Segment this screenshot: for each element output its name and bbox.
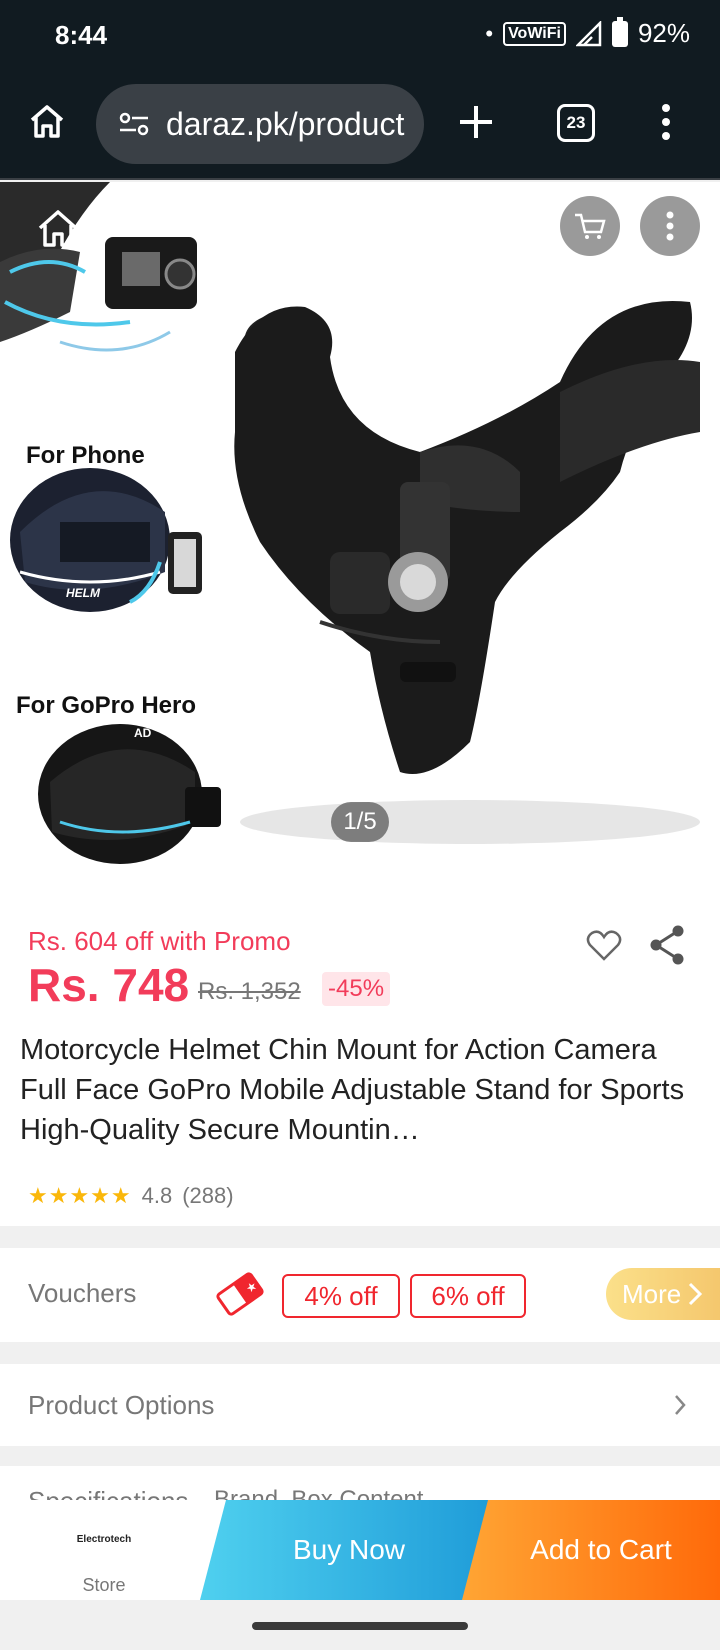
home-gesture-handle[interactable] — [252, 1622, 468, 1630]
buy-now-button[interactable]: Buy Now — [200, 1500, 498, 1600]
image-pager: 1/5 — [331, 802, 389, 842]
url-bar[interactable]: daraz.pk/product — [96, 84, 424, 164]
tab-switcher-button[interactable]: 23 — [557, 104, 595, 142]
add-to-cart-button[interactable]: Add to Cart — [462, 1500, 720, 1600]
vouchers-label: Vouchers — [28, 1278, 137, 1308]
product-title: Motorcycle Helmet Chin Mount for Action … — [20, 1034, 685, 1146]
store-logo: Electrotech — [76, 1534, 132, 1545]
product-options-row[interactable]: Product Options — [0, 1364, 720, 1446]
current-price: Rs. 748 — [28, 959, 190, 1011]
original-price: Rs. 1,352 — [198, 978, 301, 1005]
kebab-icon — [666, 211, 674, 241]
signal-icon — [575, 20, 602, 46]
discount-badge: -45% — [322, 972, 391, 1006]
store-label: Store — [82, 1575, 126, 1595]
cart-button[interactable] — [560, 196, 620, 256]
label-for-phone: For Phone — [26, 442, 145, 469]
promo-text[interactable]: Rs. 604 off with Promo — [28, 926, 291, 957]
product-image-gallery[interactable]: For Phone For GoPro Hero HELM AD 1/5 — [0, 182, 720, 900]
battery-icon — [611, 16, 628, 47]
price-section: Rs. 604 off with Promo Rs. 748 Rs. 1,352… — [0, 900, 720, 1226]
chevron-right-icon — [675, 1395, 686, 1415]
vowifi-icon: VoWiFi — [503, 21, 566, 46]
more-options-button[interactable] — [640, 196, 700, 256]
helmet-brand-text-2: AD — [134, 726, 152, 740]
gesture-nav-bar — [0, 1600, 720, 1650]
browser-toolbar: daraz.pk/product 23 — [0, 72, 720, 180]
new-tab-icon[interactable] — [456, 102, 496, 142]
status-bar: 8:44 • VoWiFi 92% — [0, 0, 720, 72]
rating-row[interactable]: ★★★★★ 4.8 (288) — [28, 1183, 234, 1209]
vouchers-row[interactable]: Vouchers ★ 4% off 6% off More — [0, 1248, 720, 1342]
share-icon[interactable] — [648, 924, 686, 966]
bottom-action-bar: Electrotech Store Buy Now Add to Cart — [0, 1500, 720, 1600]
notification-dot: • — [485, 20, 494, 46]
browser-menu-icon[interactable] — [660, 102, 672, 142]
battery-level: 92% — [637, 18, 690, 48]
cart-icon — [575, 213, 606, 239]
home-icon[interactable] — [28, 102, 66, 140]
voucher-ticket-icon: ★ — [216, 1272, 264, 1316]
product-image — [0, 182, 700, 864]
label-for-gopro: For GoPro Hero — [16, 692, 197, 719]
status-time: 8:44 — [55, 20, 108, 50]
more-vouchers-button[interactable]: More — [606, 1268, 720, 1320]
rating-score: 4.8 — [141, 1183, 173, 1208]
chevron-right-icon — [689, 1282, 703, 1306]
store-button[interactable]: Electrotech Store — [44, 1500, 164, 1600]
site-settings-icon[interactable] — [118, 110, 150, 138]
product-options-label: Product Options — [28, 1390, 215, 1420]
url-text[interactable]: daraz.pk/product — [166, 106, 404, 143]
more-label: More — [622, 1278, 682, 1309]
heart-icon[interactable] — [586, 930, 622, 962]
star-rating-icon: ★★★★★ — [28, 1183, 132, 1208]
voucher-chip[interactable]: 4% off — [282, 1274, 400, 1318]
review-count: (288) — [182, 1183, 234, 1208]
status-icons: • VoWiFi 92% — [485, 16, 690, 49]
helmet-brand-text: HELM — [66, 586, 100, 600]
home-icon[interactable] — [36, 208, 80, 248]
voucher-chip[interactable]: 6% off — [410, 1274, 526, 1318]
